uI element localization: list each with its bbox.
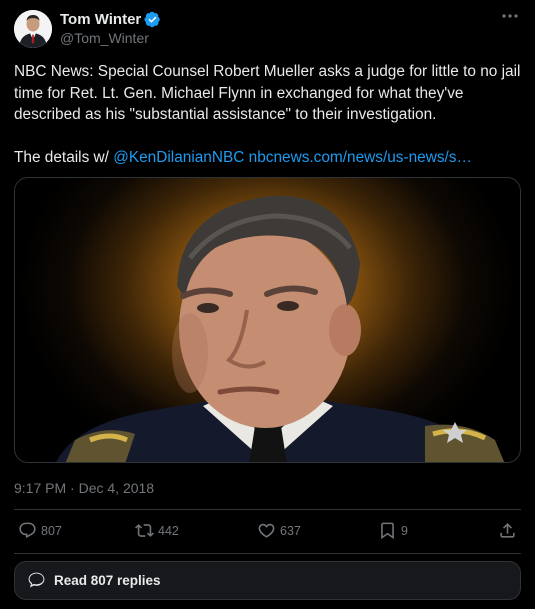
read-replies-label: Read 807 replies (54, 573, 161, 588)
tweet-text: NBC News: Special Counsel Robert Mueller… (14, 61, 522, 169)
retweet-count: 442 (158, 523, 179, 538)
verified-badge-icon[interactable] (144, 11, 161, 28)
like-count: 637 (280, 523, 301, 538)
timestamp-date[interactable]: Dec 4, 2018 (79, 480, 155, 496)
divider-bottom (14, 553, 521, 554)
author-display-name[interactable]: Tom Winter (60, 11, 141, 28)
mention-link[interactable]: @KenDilanianNBC (113, 149, 244, 166)
author-avatar[interactable] (14, 10, 52, 48)
more-options-button[interactable] (499, 10, 521, 30)
speech-bubble-icon (28, 572, 45, 588)
share-button[interactable] (498, 521, 521, 540)
reply-count: 807 (41, 523, 62, 538)
photo-icon (56, 195, 505, 462)
tweet-timestamp: 9:17 PM · Dec 4, 2018 (14, 480, 154, 496)
read-replies-button[interactable]: Read 807 replies (14, 561, 521, 600)
reply-icon (19, 522, 36, 539)
timestamp-separator: · (66, 480, 79, 496)
like-button[interactable]: 637 (257, 521, 301, 540)
bookmark-button[interactable]: 9 (378, 521, 408, 540)
tweet-photo[interactable] (14, 177, 521, 463)
author-name-row: Tom Winter (60, 11, 161, 28)
share-icon (500, 523, 515, 538)
article-link[interactable]: nbcnews.com/news/us-news/s… (249, 149, 472, 166)
author-handle[interactable]: @Tom_Winter (60, 30, 149, 46)
retweet-icon (135, 524, 154, 537)
divider-top (14, 509, 521, 510)
avatar-image (14, 10, 52, 48)
bookmark-icon (381, 522, 394, 540)
reply-button[interactable]: 807 (18, 521, 62, 540)
heart-icon (258, 523, 275, 538)
action-bar: 807 442 637 9 (14, 521, 521, 545)
bookmark-count: 9 (401, 523, 408, 538)
timestamp-time[interactable]: 9:17 PM (14, 480, 66, 496)
tweet-header: Tom Winter @Tom_Winter (14, 10, 521, 50)
ellipsis-icon (502, 14, 518, 18)
retweet-button[interactable]: 442 (135, 521, 179, 540)
